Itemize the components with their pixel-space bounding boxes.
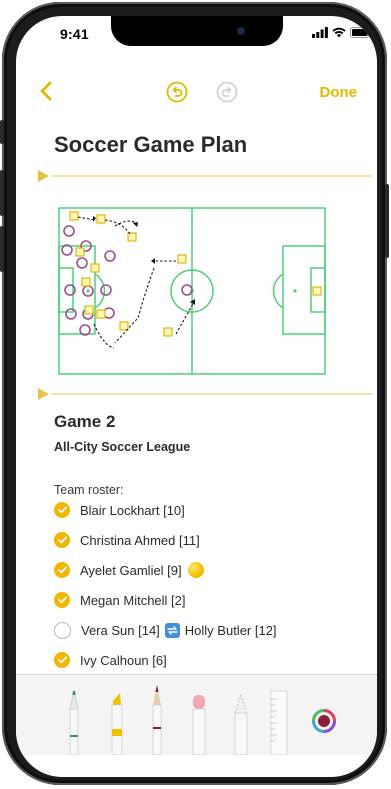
game-heading[interactable]: Game 2 xyxy=(54,412,115,432)
checklist-item-label-2: Holly Butler [12] xyxy=(184,622,277,638)
wifi-icon xyxy=(332,27,346,38)
redo-icon[interactable] xyxy=(216,81,238,103)
resize-handle-icon[interactable] xyxy=(38,170,49,182)
soccer-ball-emoji-icon xyxy=(187,562,204,578)
checked-circle-icon[interactable] xyxy=(54,592,70,608)
unchecked-circle-icon[interactable] xyxy=(54,621,71,639)
checked-circle-icon[interactable] xyxy=(54,532,70,548)
phone-frame: 9:41 Done Soccer Game Plan Game 2 All-Ci… xyxy=(0,2,389,785)
screen: 9:41 Done Soccer Game Plan Game 2 All-Ci… xyxy=(16,16,377,777)
roster-label[interactable]: Team roster: xyxy=(54,483,123,497)
back-chevron-icon[interactable] xyxy=(38,80,56,102)
checked-circle-icon[interactable] xyxy=(54,562,70,578)
pen-tool-icon[interactable] xyxy=(66,685,82,755)
eraser-tool-icon[interactable] xyxy=(190,693,208,755)
battery-icon xyxy=(350,27,372,38)
signal-icon xyxy=(312,27,328,38)
checklist-item-label: Ayelet Gamliel [9] xyxy=(80,562,182,578)
checklist-item[interactable]: Christina Ahmed [11] xyxy=(54,529,200,551)
resize-handle-icon[interactable] xyxy=(38,388,49,400)
checked-circle-icon[interactable] xyxy=(54,652,70,668)
mute-switch xyxy=(0,120,4,144)
checklist-item[interactable]: Vera Sun [14] Holly Butler [12] xyxy=(54,619,277,641)
checklist-item[interactable]: Megan Mitchell [2] xyxy=(54,589,186,611)
undo-icon[interactable] xyxy=(166,81,188,103)
drawing-bottom-divider[interactable] xyxy=(38,388,372,400)
pencil-tool-icon[interactable] xyxy=(149,683,165,755)
arrows-swap-icon xyxy=(164,622,180,638)
league-subheading[interactable]: All-City Soccer League xyxy=(54,440,190,454)
front-camera xyxy=(237,27,245,35)
note-title[interactable]: Soccer Game Plan xyxy=(54,132,247,158)
volume-up-button xyxy=(0,170,4,216)
status-icons xyxy=(312,27,372,38)
color-picker-icon[interactable] xyxy=(312,709,336,733)
lasso-tool-icon[interactable] xyxy=(232,693,250,755)
power-button xyxy=(385,184,389,258)
status-time: 9:41 xyxy=(60,26,89,42)
checklist-item-label: Vera Sun [14] xyxy=(81,622,160,638)
done-button[interactable]: Done xyxy=(320,84,358,101)
drawing-top-divider[interactable] xyxy=(38,170,372,182)
marker-tool-icon[interactable] xyxy=(108,689,126,755)
note-toolbar: Done xyxy=(16,74,377,110)
checklist-item[interactable]: Ayelet Gamliel [9] xyxy=(54,559,204,581)
ruler-tool-icon[interactable] xyxy=(270,689,288,755)
notch xyxy=(111,16,283,46)
checklist-item-label: Blair Lockhart [10] xyxy=(80,502,185,518)
checklist-item[interactable]: Blair Lockhart [10] xyxy=(54,499,185,521)
checklist-item-label: Megan Mitchell [2] xyxy=(80,592,186,608)
volume-down-button xyxy=(0,226,4,272)
checklist-item-label: Christina Ahmed [11] xyxy=(80,532,200,548)
checklist-item-label: Ivy Calhoun [6] xyxy=(80,652,167,668)
checklist-item[interactable]: Ivy Calhoun [6] xyxy=(54,649,167,671)
drawing-tool-tray xyxy=(16,674,377,755)
checked-circle-icon[interactable] xyxy=(54,502,70,518)
soccer-field-drawing[interactable] xyxy=(58,206,328,376)
